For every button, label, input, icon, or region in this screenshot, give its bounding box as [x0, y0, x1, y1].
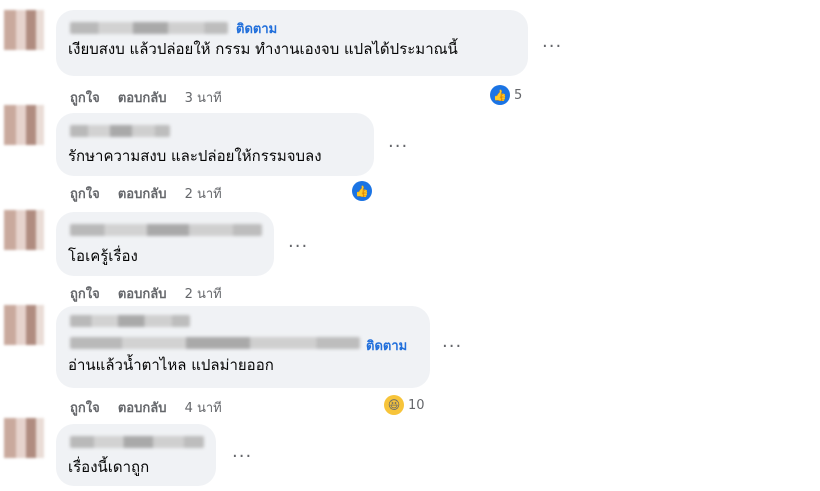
comment-bubble: ติดตาม อ่านแล้วน้ำตาไหล แปลม่ายออก: [56, 306, 430, 388]
comment-text: เรื่องนี้เดาถูก: [68, 458, 150, 476]
avatar[interactable]: [4, 10, 44, 50]
commenter-name-line-2[interactable]: [70, 337, 360, 349]
reply-button[interactable]: ตอบกลับ: [118, 187, 167, 202]
comment-bubble: ติดตาม เงียบสงบ แล้วปล่อยให้ กรรม ทำงานเ…: [56, 10, 528, 76]
reaction-count: 5: [514, 87, 523, 103]
comment-actions: ถูกใจ ตอบกลับ 3 นาที: [70, 87, 236, 108]
timestamp[interactable]: 4 นาที: [185, 401, 222, 416]
avatar[interactable]: [4, 210, 44, 250]
reaction-summary[interactable]: 😆 10: [384, 395, 425, 415]
more-options-icon[interactable]: ···: [232, 448, 252, 466]
comment-bubble: รักษาความสงบ และปล่อยให้กรรมจบลง: [56, 113, 374, 176]
commenter-name[interactable]: [70, 315, 190, 327]
timestamp[interactable]: 2 นาที: [185, 287, 222, 302]
comment-text: โอเครู้เรื่อง: [68, 247, 138, 265]
commenter-name[interactable]: [70, 436, 204, 448]
follow-link[interactable]: ติดตาม: [366, 335, 407, 356]
comment-actions: ถูกใจ ตอบกลับ 4 นาที: [70, 397, 236, 418]
comment-bubble: เรื่องนี้เดาถูก: [56, 424, 216, 486]
more-options-icon[interactable]: ···: [288, 238, 308, 256]
avatar[interactable]: [4, 418, 44, 458]
like-button[interactable]: ถูกใจ: [70, 401, 100, 416]
avatar[interactable]: [4, 105, 44, 145]
timestamp[interactable]: 2 นาที: [185, 187, 222, 202]
more-options-icon[interactable]: ···: [542, 38, 562, 56]
more-options-icon[interactable]: ···: [388, 138, 408, 156]
reaction-summary[interactable]: 👍 5: [490, 85, 522, 105]
commenter-name[interactable]: [70, 125, 170, 137]
comment-actions: ถูกใจ ตอบกลับ 2 นาที: [70, 283, 236, 304]
reaction-count: 10: [408, 397, 425, 413]
like-button[interactable]: ถูกใจ: [70, 287, 100, 302]
reply-button[interactable]: ตอบกลับ: [118, 287, 167, 302]
like-icon: 👍: [490, 85, 510, 105]
like-icon: 👍: [352, 181, 372, 201]
commenter-name[interactable]: [70, 22, 228, 34]
haha-icon: 😆: [384, 395, 404, 415]
timestamp[interactable]: 3 นาที: [185, 91, 222, 106]
follow-link[interactable]: ติดตาม: [236, 18, 277, 39]
avatar[interactable]: [4, 305, 44, 345]
like-button[interactable]: ถูกใจ: [70, 91, 100, 106]
comment-bubble: โอเครู้เรื่อง: [56, 212, 274, 276]
commenter-name[interactable]: [70, 224, 262, 236]
comment-actions: ถูกใจ ตอบกลับ 2 นาที: [70, 183, 236, 204]
reply-button[interactable]: ตอบกลับ: [118, 401, 167, 416]
comment-text: รักษาความสงบ และปล่อยให้กรรมจบลง: [68, 147, 322, 165]
reply-button[interactable]: ตอบกลับ: [118, 91, 167, 106]
comment-text: อ่านแล้วน้ำตาไหล แปลม่ายออก: [68, 356, 274, 374]
reaction-summary[interactable]: 👍: [352, 181, 372, 201]
more-options-icon[interactable]: ···: [442, 338, 462, 356]
comment-text: เงียบสงบ แล้วปล่อยให้ กรรม ทำงานเองจบ แป…: [68, 40, 458, 58]
like-button[interactable]: ถูกใจ: [70, 187, 100, 202]
